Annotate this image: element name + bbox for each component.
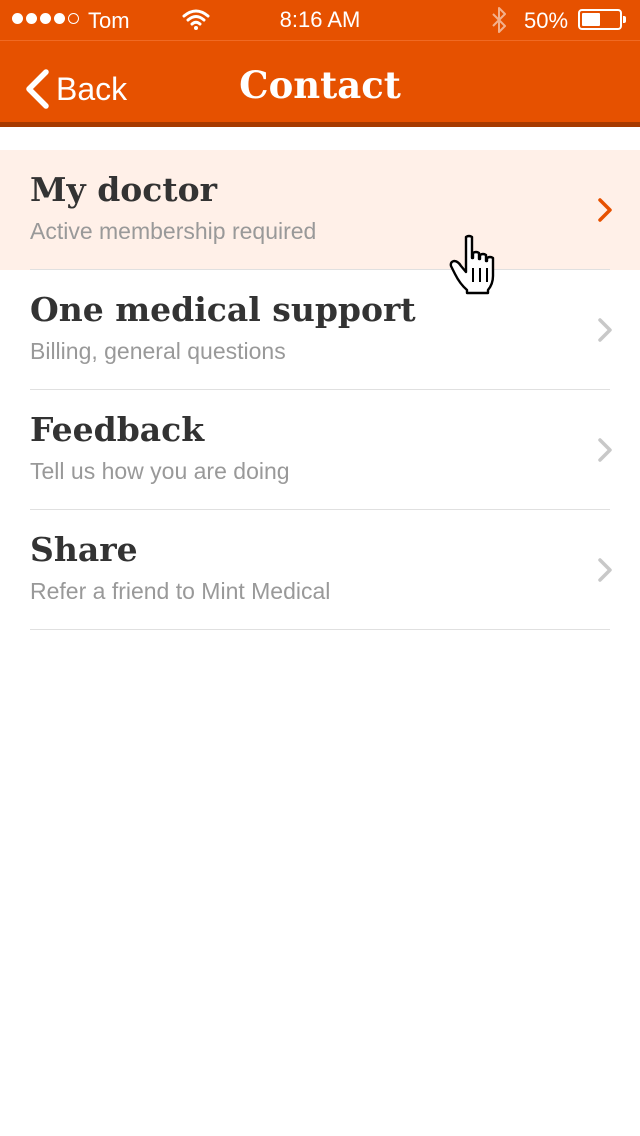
bluetooth-icon <box>490 6 508 40</box>
list-item-title: Feedback <box>30 410 205 449</box>
battery-icon <box>578 9 626 30</box>
list-item-title: One medical support <box>30 290 416 329</box>
chevron-right-icon <box>598 318 612 342</box>
list-item-title: My doctor <box>30 170 218 209</box>
status-bar: Tom 8:16 AM 50% <box>0 0 640 40</box>
nav-bar-shadow <box>0 122 640 127</box>
list-item-my-doctor[interactable]: My doctor Active membership required <box>0 150 640 270</box>
list-item-subtitle: Active membership required <box>30 218 317 244</box>
battery-percentage: 50% <box>524 8 569 33</box>
list-item-one-medical-support[interactable]: One medical support Billing, general que… <box>0 270 640 390</box>
chevron-right-icon <box>598 198 612 222</box>
row-divider <box>30 629 610 630</box>
list-item-share[interactable]: Share Refer a friend to Mint Medical <box>0 510 640 630</box>
hand-pointer-cursor-icon <box>449 234 495 295</box>
list-item-title: Share <box>30 530 138 569</box>
navigation-bar: Back Contact <box>0 40 640 122</box>
page-title: Contact <box>239 63 401 107</box>
chevron-right-icon <box>598 438 612 462</box>
list-item-subtitle: Billing, general questions <box>30 338 286 364</box>
list-item-subtitle: Refer a friend to Mint Medical <box>30 578 331 604</box>
chevron-right-icon <box>598 558 612 582</box>
list-item-subtitle: Tell us how you are doing <box>30 458 290 484</box>
contact-options-list: My doctor Active membership required One… <box>0 150 640 630</box>
list-item-feedback[interactable]: Feedback Tell us how you are doing <box>0 390 640 510</box>
